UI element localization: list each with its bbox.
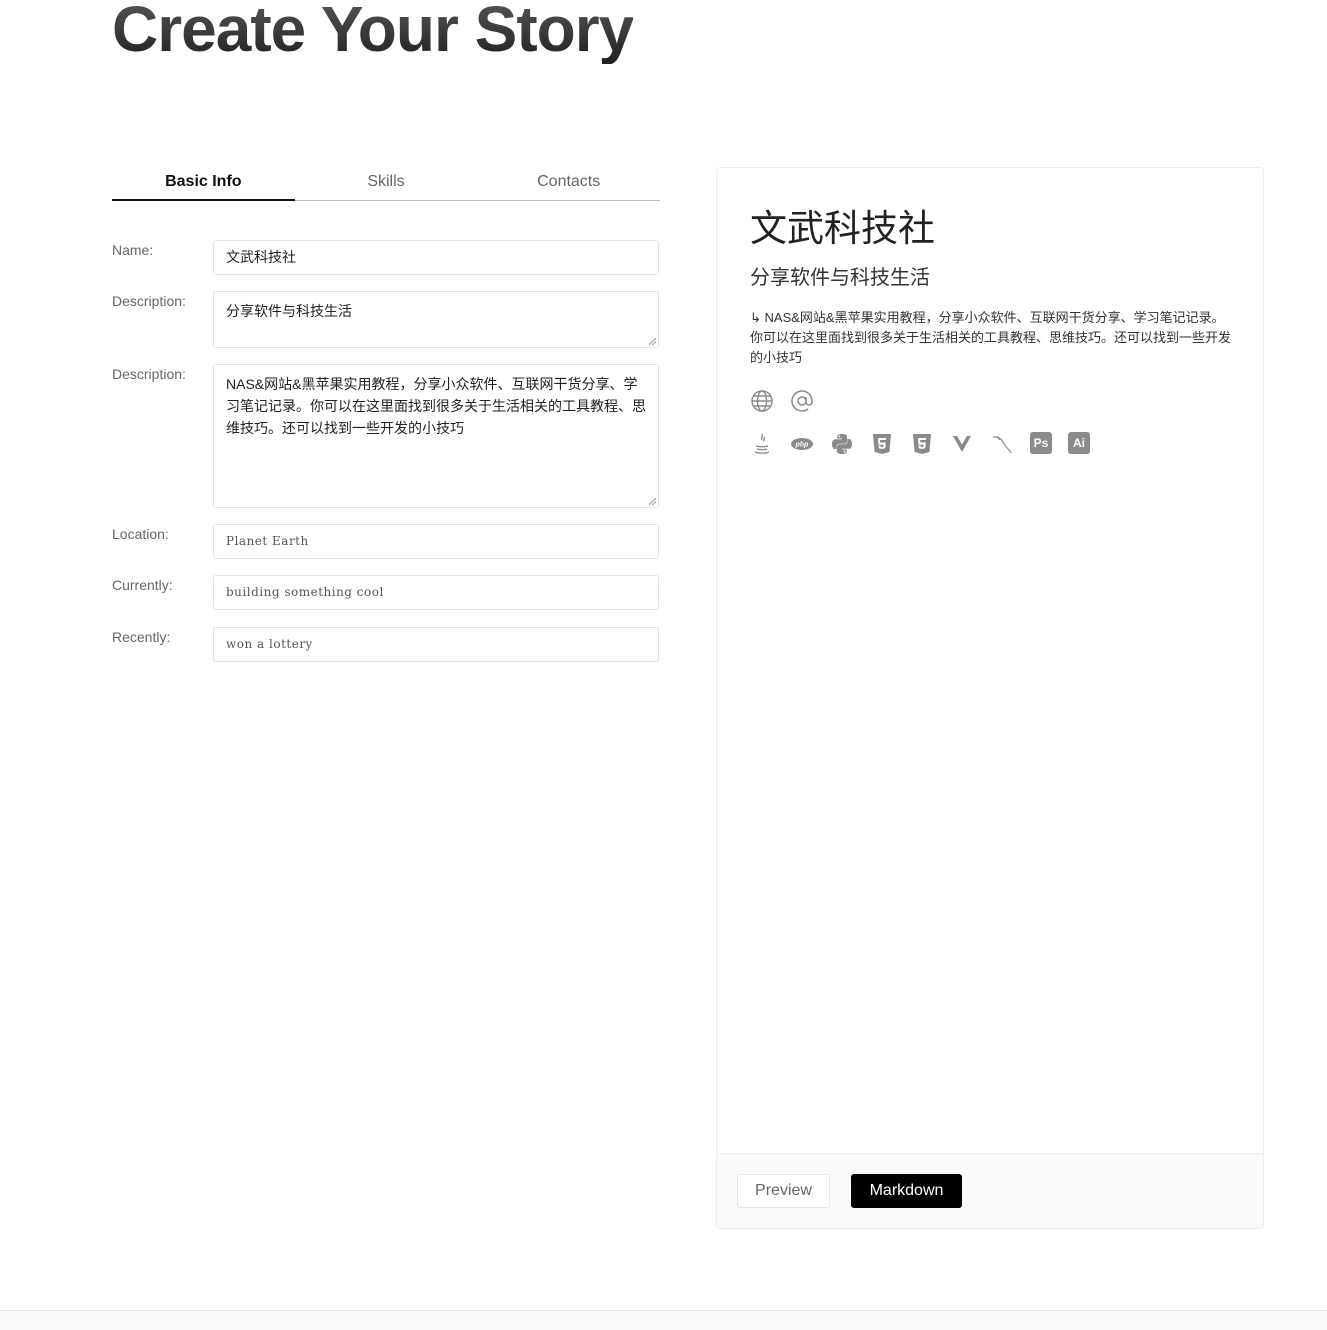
at-icon[interactable]: [790, 389, 814, 413]
page-title: Create Your Story: [112, 0, 634, 64]
globe-icon[interactable]: [750, 389, 774, 413]
bio-label: Description:: [112, 366, 186, 382]
location-input[interactable]: Planet Earth: [213, 524, 659, 559]
preview-button[interactable]: Preview: [737, 1174, 830, 1208]
currently-input[interactable]: building something cool: [213, 575, 659, 610]
bio-textarea[interactable]: NAS&网站&黑苹果实用教程，分享小众软件、互联网干货分享、学习笔记记录。你可以…: [213, 364, 659, 508]
css3-icon: [910, 432, 934, 456]
preview-bio: ↳ NAS&网站&黑苹果实用教程，分享小众软件、互联网干货分享、学习笔记记录。你…: [750, 310, 1232, 365]
location-label: Location:: [112, 526, 169, 542]
markdown-button[interactable]: Markdown: [851, 1174, 962, 1208]
tab-basic-info[interactable]: Basic Info: [112, 165, 295, 201]
php-icon-label: php: [795, 442, 810, 449]
page-footer-divider: [0, 1310, 1327, 1330]
java-icon: [750, 432, 774, 456]
name-label: Name:: [112, 242, 154, 258]
description-textarea[interactable]: 分享软件与科技生活: [213, 291, 659, 348]
recently-label: Recently:: [112, 629, 171, 645]
currently-label: Currently:: [112, 577, 173, 593]
tab-skills[interactable]: Skills: [295, 165, 478, 200]
description-label: Description:: [112, 293, 186, 309]
description-value: 分享软件与科技生活: [226, 303, 352, 319]
name-input[interactable]: 文武科技社: [213, 240, 659, 275]
recently-input[interactable]: won a lottery: [213, 627, 659, 662]
python-icon: [830, 432, 854, 456]
tab-bar: Basic Info Skills Contacts: [112, 165, 660, 201]
preview-footer: Preview Markdown: [717, 1153, 1263, 1228]
illustrator-icon: Ai: [1068, 432, 1090, 454]
resize-handle-icon[interactable]: [649, 338, 656, 345]
preview-name: 文武科技社: [750, 208, 935, 249]
contact-icons: [750, 389, 814, 413]
preview-description: 分享软件与科技生活: [750, 267, 930, 289]
bio-value: NAS&网站&黑苹果实用教程，分享小众软件、互联网干货分享、学习笔记记录。你可以…: [226, 376, 646, 436]
resize-handle-icon[interactable]: [649, 498, 656, 505]
php-icon: php: [790, 432, 814, 456]
photoshop-icon: Ps: [1030, 432, 1052, 454]
preview-card: 文武科技社 分享软件与科技生活 ↳ NAS&网站&黑苹果实用教程，分享小众软件、…: [716, 167, 1264, 1229]
vue-icon: [950, 432, 974, 456]
tab-contacts[interactable]: Contacts: [477, 165, 660, 200]
skill-icons: php Ps Ai: [750, 432, 1090, 456]
html5-icon: [870, 432, 894, 456]
mysql-icon: [990, 432, 1014, 456]
